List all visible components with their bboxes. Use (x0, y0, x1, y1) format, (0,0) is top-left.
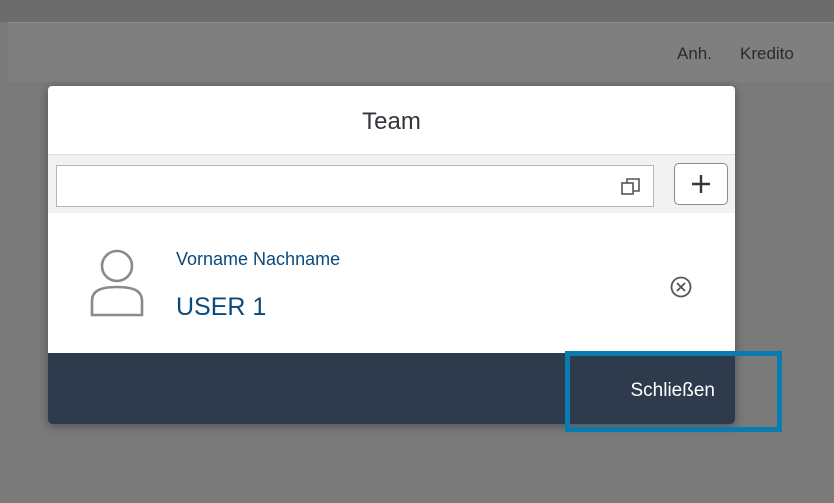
remove-circle-icon (670, 276, 692, 298)
member-full-name: Vorname Nachname (176, 249, 341, 269)
dialog-title: Team (362, 108, 421, 135)
value-help-icon[interactable] (620, 176, 642, 198)
dialog-footer: Schließen (48, 353, 735, 424)
member-user-id: USER 1 (176, 293, 267, 321)
search-input[interactable] (56, 165, 654, 207)
top-strip (0, 0, 834, 22)
dialog-toolbar (48, 154, 735, 213)
remove-member-button[interactable] (668, 274, 694, 300)
team-dialog: Team Vorname Nachname USER 1 Schließen (48, 86, 735, 424)
add-member-button[interactable] (674, 163, 728, 205)
column-header-kreditor: Kredito (740, 44, 794, 63)
column-header-anh: Anh. (677, 44, 712, 63)
close-button[interactable]: Schließen (625, 371, 722, 411)
plus-icon (692, 175, 710, 193)
person-icon (88, 247, 146, 319)
list-item: Vorname Nachname USER 1 (48, 213, 735, 353)
